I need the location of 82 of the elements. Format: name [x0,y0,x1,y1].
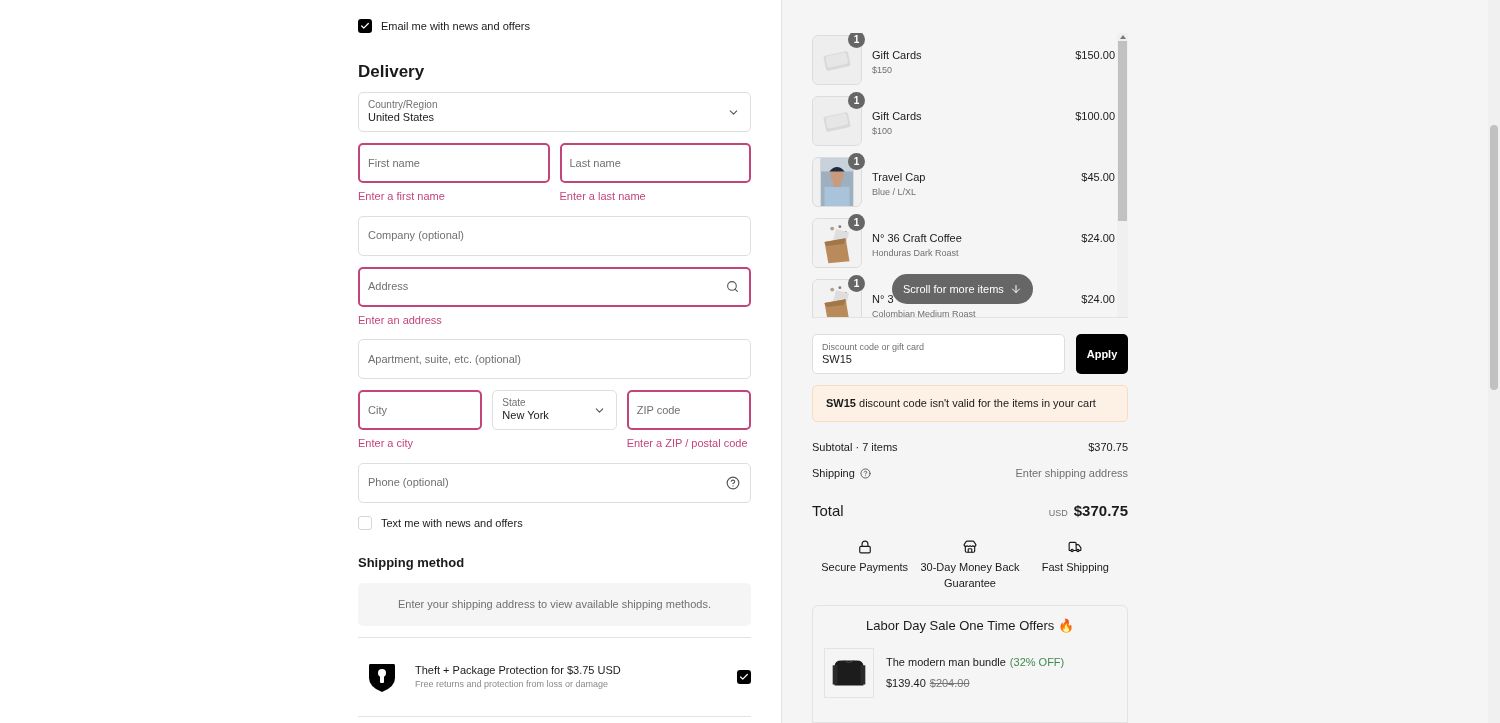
error-message: Enter a ZIP / postal code [626,436,749,451]
field-value: New York [502,409,549,424]
error-message: Enter a first name [358,189,446,204]
item-name: N° 3 [872,292,895,307]
offer-discount: (32% OFF) [1009,654,1065,670]
item-price: $24.00 [1081,231,1115,246]
item-price: $100.00 [1075,109,1115,124]
checkbox[interactable] [358,515,372,530]
store-icon [963,540,977,555]
check-icon [360,21,370,32]
input-field[interactable]: City [358,390,483,430]
offer-name: The modern man bundle [886,654,1006,670]
check-icon [739,671,749,682]
error-message: Enter an address [358,312,443,328]
shipping-value: Enter shipping address [1015,466,1128,482]
field-label: Country/Region [368,98,438,112]
select-field[interactable]: State New York [492,390,617,430]
scroll-hint[interactable]: Scroll for more items [892,274,1033,304]
scrollbar-thumb[interactable] [1490,125,1498,390]
item-name: N° 36 Craft Coffee [872,231,963,246]
lock-icon [857,540,872,555]
item-price: $24.00 [1081,292,1115,307]
quantity-badge: 1 [848,214,865,231]
item-name: Gift Cards [872,48,923,63]
item-price: $150.00 [1075,48,1115,63]
field-value: United States [368,111,436,126]
input-field[interactable]: Apartment, suite, etc. (optional) [358,339,751,379]
error-message: Enter a last name [559,189,647,204]
item-price: $45.00 [1081,170,1115,185]
quantity-badge: 1 [848,92,865,109]
quantity-badge: 1 [848,153,865,170]
offer-original-price: $204.00 [929,676,970,692]
checkbox[interactable] [358,19,372,34]
discount-error: SW15 discount code isn't valid for the items in your cart [826,396,1096,412]
checkbox[interactable] [737,669,751,684]
item-name: Travel Cap [872,170,927,185]
error-message: Enter a city [358,436,415,451]
input-field[interactable]: Company (optional) [358,215,751,256]
subtotal-value: $370.75 [1088,439,1128,455]
help-icon[interactable] [726,475,740,490]
scroll-up-icon[interactable] [1119,35,1126,39]
badge-label: Fast Shipping [1040,560,1110,576]
section-heading: Delivery [358,60,426,83]
badge-label: 30-Day Money Back Guarantee [920,560,1020,592]
item-variant: $150 [872,63,894,77]
quantity-badge: 1 [848,33,865,48]
arrow-down-icon [1009,283,1022,295]
item-variant: Colombian Medium Roast [872,307,977,317]
search-icon [726,280,739,293]
scrollbar[interactable] [1117,33,1128,317]
truck-icon [1068,540,1083,555]
item-variant: $100 [872,124,894,138]
apply-button[interactable]: Apply [1076,334,1128,374]
checkbox-label: Email me with news and offers [381,19,530,34]
offer-price: $139.40 [886,676,926,692]
protection-title: Theft + Package Protection for $3.75 USD [415,662,622,678]
shipping-notice: Enter your shipping address to view available shipping methods. [358,582,751,626]
field-label: State [502,396,527,410]
badge-label: Secure Payments [820,560,910,576]
input-field[interactable]: Address [358,266,751,307]
scrollbar-thumb[interactable] [1118,41,1127,221]
total-label: Total [812,500,844,521]
protection-subtitle: Free returns and protection from loss or damage [415,678,610,691]
input-field[interactable]: Last name [559,143,751,183]
checkbox-label: Text me with news and offers [381,515,523,531]
help-icon[interactable] [859,467,871,479]
total-value: $370.75 [1073,500,1128,521]
item-name: Gift Cards [872,109,923,124]
quantity-badge: 1 [848,275,865,292]
input-field[interactable]: First name [358,143,550,183]
item-variant: Blue / L/XL [872,185,918,199]
shipping-label: Shipping [812,466,855,482]
offers-title: Labor Day Sale One Time Offers 🔥 [865,617,1075,636]
input-field[interactable]: Discount code or gift card SW15 [812,334,1065,374]
page-scrollbar[interactable] [1488,0,1500,723]
item-variant: Honduras Dark Roast [872,246,960,260]
input-field[interactable]: Phone (optional) [358,462,751,503]
select-field[interactable]: Country/Region United States [358,92,751,132]
input-field[interactable]: ZIP code [626,390,751,430]
subtotal-label: Subtotal · 7 items [812,439,898,455]
section-heading: Shipping method [358,554,466,572]
currency: USD [1048,506,1068,520]
